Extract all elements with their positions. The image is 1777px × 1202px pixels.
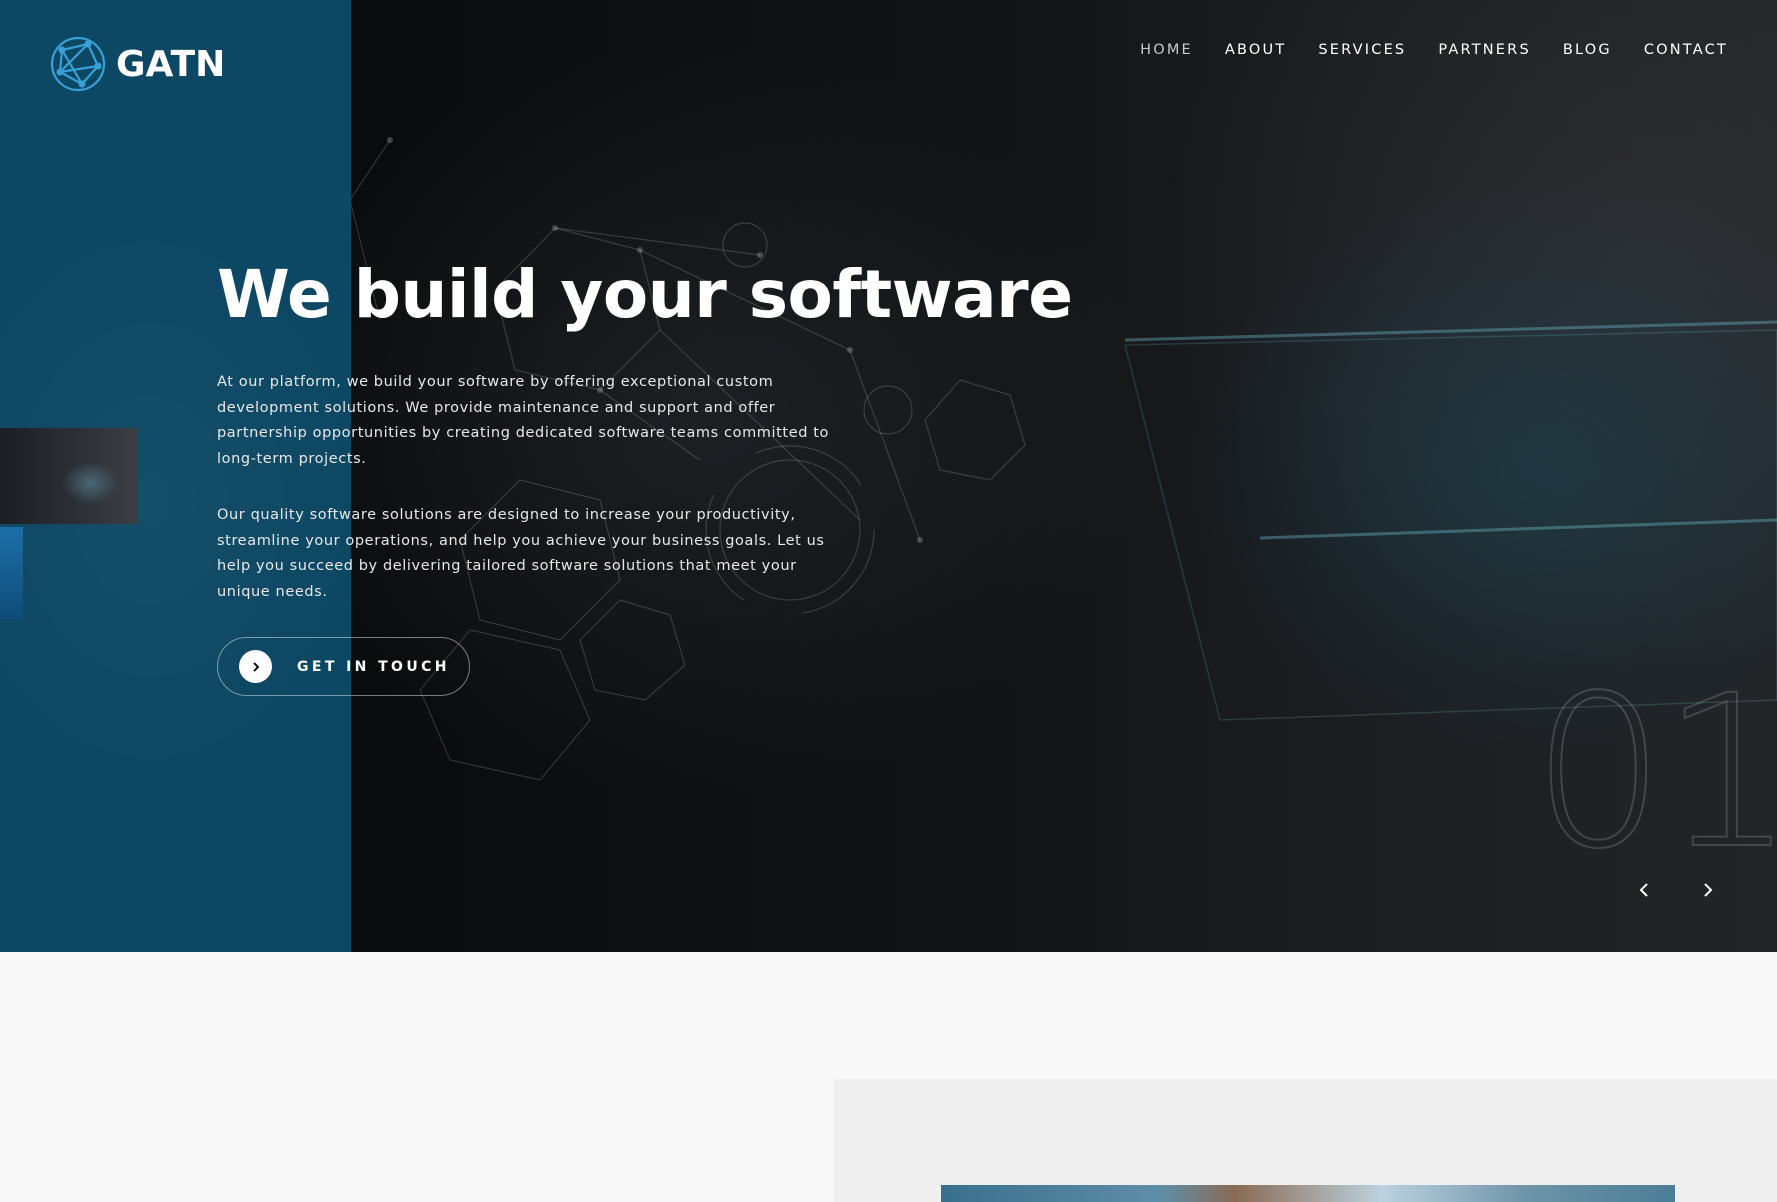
nav-item-services[interactable]: SERVICES — [1318, 42, 1406, 58]
hero-paragraph-1: At our platform, we build your software … — [217, 374, 830, 467]
get-in-touch-button[interactable]: GET IN TOUCH — [217, 637, 470, 696]
about-section-panel — [834, 1079, 1777, 1202]
slide-number: 01 — [1531, 650, 1777, 895]
slide-thumbnail-2[interactable] — [0, 527, 23, 619]
nav-item-about[interactable]: ABOUT — [1225, 42, 1287, 58]
logo-text: GATN — [116, 43, 226, 85]
nav-item-contact[interactable]: CONTACT — [1644, 42, 1728, 58]
main-nav: HOME ABOUT SERVICES PARTNERS BLOG CONTAC… — [1140, 42, 1728, 58]
nav-item-home[interactable]: HOME — [1140, 42, 1193, 58]
logo[interactable]: GATN — [48, 34, 225, 94]
get-in-touch-label: GET IN TOUCH — [297, 658, 450, 675]
chevron-left-icon[interactable] — [1636, 878, 1654, 904]
slide-thumbnail-1[interactable] — [0, 428, 137, 524]
hero-title: We build your software — [217, 256, 1073, 333]
chevron-right-icon[interactable] — [1698, 878, 1716, 904]
chevron-right-icon — [239, 650, 272, 683]
hero-slider: GATN HOME ABOUT SERVICES PARTNERS BLOG C… — [0, 0, 1777, 952]
nav-item-blog[interactable]: BLOG — [1563, 42, 1612, 58]
about-section-image — [941, 1185, 1675, 1202]
nav-item-partners[interactable]: PARTNERS — [1438, 42, 1531, 58]
globe-network-icon — [50, 36, 106, 92]
hero-paragraph-2: Our quality software solutions are desig… — [217, 507, 825, 600]
